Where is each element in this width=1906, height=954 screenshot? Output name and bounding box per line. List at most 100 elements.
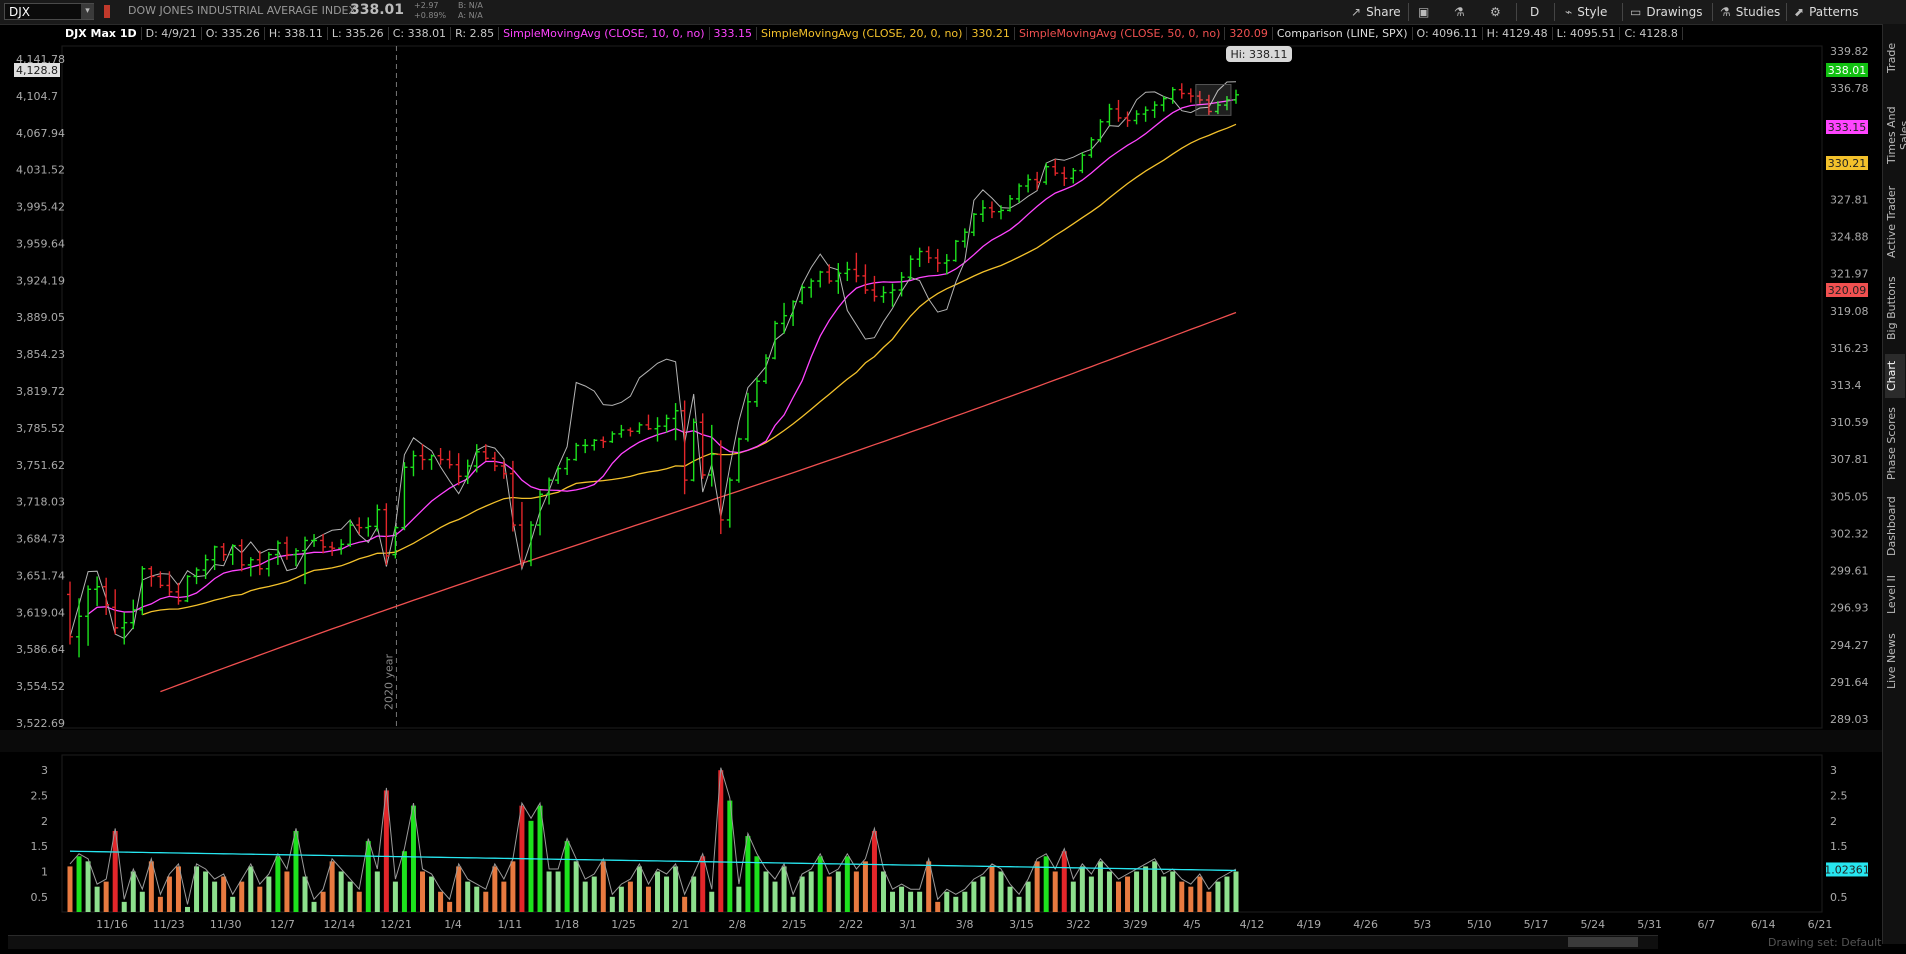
range-bar bbox=[673, 866, 679, 912]
share-button[interactable]: ↗ Share bbox=[1351, 3, 1401, 21]
lower-axis-tick-left: 1.5 bbox=[31, 840, 49, 853]
comparison-line bbox=[69, 81, 1237, 640]
range-bar bbox=[582, 881, 588, 912]
side-tab-active-trader[interactable]: Active Trader bbox=[1885, 182, 1905, 262]
sma10-value: 333.15 bbox=[709, 27, 757, 40]
side-tab-trade[interactable]: Trade bbox=[1885, 28, 1905, 88]
bid-ask: B: N/A A: N/A bbox=[458, 1, 483, 20]
range-bar bbox=[157, 896, 163, 912]
ohlc-bar bbox=[1196, 90, 1203, 104]
ohlc-bar bbox=[464, 459, 471, 484]
ohlc-bar bbox=[1061, 166, 1068, 186]
symbol-description: DOW JONES INDUSTRIAL AVERAGE INDEX bbox=[128, 4, 357, 17]
range-bar bbox=[862, 861, 868, 912]
scroll-thumb[interactable] bbox=[1568, 937, 1638, 947]
x-axis-tick: 1/25 bbox=[611, 918, 636, 931]
snapshot-button[interactable]: ▣ bbox=[1418, 3, 1434, 21]
range-bar bbox=[329, 861, 335, 912]
ohlc-bar bbox=[663, 414, 670, 433]
drawings-button[interactable]: ▭ Drawings bbox=[1630, 3, 1703, 21]
range-bar bbox=[465, 881, 471, 912]
patterns-button[interactable]: ⬈ Patterns bbox=[1794, 3, 1859, 21]
style-button[interactable]: ⌁ Style bbox=[1565, 3, 1607, 21]
side-tab-level-ii[interactable]: Level II bbox=[1885, 568, 1905, 620]
sma50-badge bbox=[1826, 283, 1868, 297]
range-bar bbox=[772, 881, 778, 912]
lower-axis-tick: 1 bbox=[1830, 865, 1837, 878]
range-bar bbox=[1070, 881, 1076, 912]
ohlc-bar bbox=[1097, 119, 1104, 143]
ohlc-bar bbox=[347, 519, 354, 547]
camera-icon: ▣ bbox=[1418, 5, 1430, 19]
range-bar bbox=[871, 830, 877, 912]
side-tab-chart[interactable]: Chart bbox=[1885, 354, 1905, 398]
range-bar bbox=[609, 896, 615, 912]
range-bar bbox=[645, 886, 651, 912]
lower-axis-tick: 1.5 bbox=[1830, 840, 1848, 853]
right-axis-tick: 291.64 bbox=[1830, 676, 1869, 689]
last-price-badge-text: 338.01 bbox=[1828, 64, 1867, 77]
flag-icon[interactable] bbox=[104, 5, 110, 18]
lower-axis-tick-left: 2 bbox=[41, 815, 48, 828]
ohlc-bar bbox=[148, 566, 155, 587]
ohlc-bar bbox=[1016, 183, 1023, 203]
ohlc-bar bbox=[311, 534, 318, 547]
range-bar bbox=[655, 871, 661, 912]
right-axis-tick: 296.93 bbox=[1830, 602, 1869, 615]
range-bar bbox=[447, 901, 453, 912]
ohlc-bar bbox=[591, 439, 598, 451]
settings-button[interactable]: ⚙ bbox=[1490, 3, 1506, 21]
info-bar: DJX Max 1D D: 4/9/21 O: 335.26 H: 338.11 L: … bbox=[61, 26, 1683, 42]
range-bar bbox=[754, 856, 760, 912]
ohlc-bar bbox=[166, 571, 173, 596]
x-axis-tick: 5/17 bbox=[1524, 918, 1549, 931]
left-axis-tick: 4,104.7 bbox=[16, 90, 58, 103]
ohlc-bar bbox=[672, 403, 679, 441]
ohlc-bar bbox=[1034, 171, 1041, 190]
ohlc-bar bbox=[247, 557, 254, 577]
period-button[interactable]: D bbox=[1530, 3, 1539, 21]
range-bar bbox=[67, 866, 73, 912]
left-axis-tick: 3,854.23 bbox=[16, 348, 65, 361]
horizontal-scrollbar[interactable] bbox=[8, 935, 1658, 949]
ohlc-bar bbox=[681, 400, 688, 495]
range-bar bbox=[1061, 851, 1067, 912]
studies-button[interactable]: ⚗ Studies bbox=[1720, 3, 1780, 21]
symbol-dropdown-icon[interactable]: ▾ bbox=[81, 4, 94, 19]
left-axis-tick: 3,522.69 bbox=[16, 717, 65, 730]
last-bars-highlight bbox=[1195, 84, 1232, 116]
right-sidebar: Trade Times And Sales Active Trader Big But… bbox=[1882, 24, 1906, 944]
side-tab-times-and-sales[interactable]: Times And Sales bbox=[1885, 94, 1906, 176]
range-bar bbox=[890, 891, 896, 912]
ohlc-bar bbox=[1052, 159, 1059, 176]
lower-axis-tick: 0.5 bbox=[1830, 891, 1848, 904]
ohlc-bar bbox=[808, 278, 815, 298]
range-bar bbox=[374, 871, 380, 912]
left-axis-tick: 3,718.03 bbox=[16, 496, 65, 509]
comparison-close: C: 4128.8 bbox=[1620, 27, 1683, 40]
ohlc-bar bbox=[274, 540, 281, 565]
range-bar bbox=[275, 856, 281, 912]
ohlc-bar bbox=[799, 284, 806, 305]
right-axis-tick: 310.59 bbox=[1830, 416, 1869, 429]
sma10-badge bbox=[1826, 120, 1868, 134]
ohlc-bar bbox=[509, 460, 516, 532]
range-bar bbox=[817, 856, 823, 912]
lower-pane bbox=[61, 754, 1823, 913]
range-bar bbox=[239, 881, 245, 912]
range-bar bbox=[1007, 886, 1013, 912]
side-tab-phase-scores[interactable]: Phase Scores bbox=[1885, 404, 1905, 484]
ohlc-bar bbox=[329, 541, 336, 556]
side-tab-dashboard[interactable]: Dashboard bbox=[1885, 490, 1905, 562]
range-bar bbox=[636, 866, 642, 912]
flask-button[interactable]: ⚗ bbox=[1454, 3, 1470, 21]
lower-value-badge bbox=[1826, 862, 1868, 877]
ohlc-bar bbox=[708, 424, 715, 487]
price-chart[interactable]: 2020 yearHi: 338.11 339.82336.78333.75330… bbox=[0, 0, 1906, 954]
range-bar bbox=[1134, 871, 1140, 912]
ohlc-bar bbox=[94, 576, 101, 606]
ohlc-bar bbox=[1088, 137, 1095, 158]
side-tab-live-news[interactable]: Live News bbox=[1885, 626, 1905, 696]
ohlc-bar bbox=[392, 526, 399, 559]
side-tab-big-buttons[interactable]: Big Buttons bbox=[1885, 268, 1905, 348]
